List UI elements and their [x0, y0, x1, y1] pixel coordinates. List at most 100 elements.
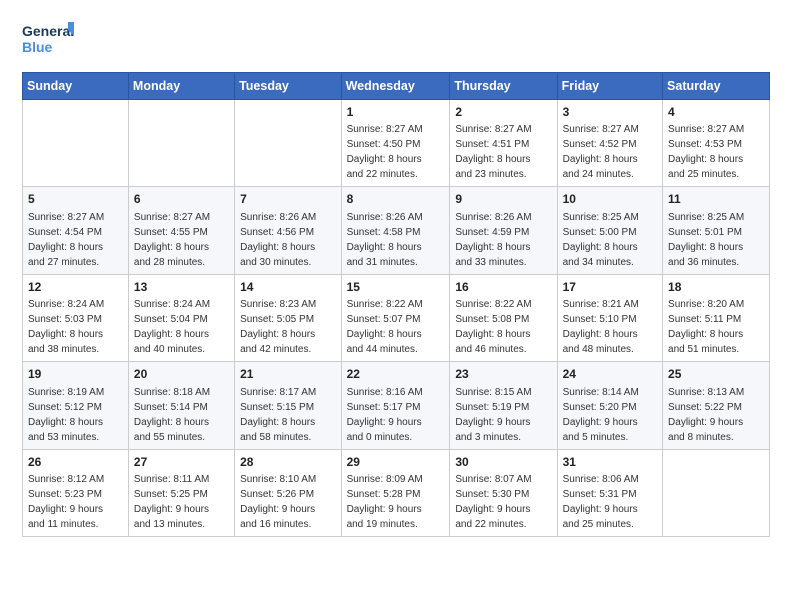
day-cell-21: 21 Sunrise: 8:17 AM Sunset: 5:15 PM Dayli…	[235, 362, 341, 449]
day-cell-6: 6Sunrise: 8:27 AM Sunset: 4:55 PM Daylig…	[128, 187, 234, 274]
day-info-21: Sunrise: 8:17 AM Sunset: 5:15 PM Dayligh…	[240, 385, 335, 445]
day-cell-2: 2Sunrise: 8:27 AM Sunset: 4:51 PM Daylig…	[450, 100, 557, 187]
empty-cell	[663, 449, 770, 536]
day-cell-15: 15Sunrise: 8:22 AM Sunset: 5:07 PM Dayli…	[341, 274, 450, 361]
day-number-13: 13	[134, 279, 229, 296]
day-number-5: 5	[28, 191, 123, 208]
day-number-16: 16	[455, 279, 551, 296]
day-cell-25: 25Sunrise: 8:13 AM Sunset: 5:22 PM Dayli…	[663, 362, 770, 449]
week-row-4: 19 Sunrise: 8:19 AM Sunset: 5:12 PM Dayli…	[23, 362, 770, 449]
day-cell-28: 28Sunrise: 8:10 AM Sunset: 5:26 PM Dayli…	[235, 449, 341, 536]
calendar-table: SundayMondayTuesdayWednesdayThursdayFrid…	[22, 72, 770, 537]
day-info-11: Sunrise: 8:25 AM Sunset: 5:01 PM Dayligh…	[668, 210, 764, 270]
day-info-14: Sunrise: 8:23 AM Sunset: 5:05 PM Dayligh…	[240, 297, 335, 357]
day-info-19: Sunrise: 8:19 AM Sunset: 5:12 PM Dayligh…	[28, 385, 123, 445]
day-number-6: 6	[134, 191, 229, 208]
day-number-14: 14	[240, 279, 335, 296]
day-number-2: 2	[455, 104, 551, 121]
day-number-18: 18	[668, 279, 764, 296]
day-number-3: 3	[563, 104, 657, 121]
day-number-9: 9	[455, 191, 551, 208]
day-cell-23: 23 Sunrise: 8:15 AM Sunset: 5:19 PM Dayli…	[450, 362, 557, 449]
weekday-header-wednesday: Wednesday	[341, 73, 450, 100]
day-number-11: 11	[668, 191, 764, 208]
logo-svg: General Blue	[22, 18, 74, 62]
day-cell-14: 14Sunrise: 8:23 AM Sunset: 5:05 PM Dayli…	[235, 274, 341, 361]
day-number-26: 26	[28, 454, 123, 471]
day-cell-9: 9Sunrise: 8:26 AM Sunset: 4:59 PM Daylig…	[450, 187, 557, 274]
weekday-header-tuesday: Tuesday	[235, 73, 341, 100]
day-info-30: Sunrise: 8:07 AM Sunset: 5:30 PM Dayligh…	[455, 472, 551, 532]
week-row-1: 1Sunrise: 8:27 AM Sunset: 4:50 PM Daylig…	[23, 100, 770, 187]
day-number-19: 19	[28, 366, 123, 383]
weekday-header-saturday: Saturday	[663, 73, 770, 100]
day-cell-31: 31Sunrise: 8:06 AM Sunset: 5:31 PM Dayli…	[557, 449, 662, 536]
day-number-15: 15	[347, 279, 445, 296]
weekday-header-friday: Friday	[557, 73, 662, 100]
day-cell-1: 1Sunrise: 8:27 AM Sunset: 4:50 PM Daylig…	[341, 100, 450, 187]
weekday-header-thursday: Thursday	[450, 73, 557, 100]
day-number-28: 28	[240, 454, 335, 471]
day-cell-13: 13Sunrise: 8:24 AM Sunset: 5:04 PM Dayli…	[128, 274, 234, 361]
day-cell-19: 19 Sunrise: 8:19 AM Sunset: 5:12 PM Dayli…	[23, 362, 129, 449]
header: General Blue	[22, 18, 770, 62]
day-cell-10: 10 Sunrise: 8:25 AM Sunset: 5:00 PM Dayli…	[557, 187, 662, 274]
day-cell-18: 18Sunrise: 8:20 AM Sunset: 5:11 PM Dayli…	[663, 274, 770, 361]
day-info-25: Sunrise: 8:13 AM Sunset: 5:22 PM Dayligh…	[668, 385, 764, 445]
day-cell-22: 22 Sunrise: 8:16 AM Sunset: 5:17 PM Dayli…	[341, 362, 450, 449]
day-info-15: Sunrise: 8:22 AM Sunset: 5:07 PM Dayligh…	[347, 297, 445, 357]
day-info-12: Sunrise: 8:24 AM Sunset: 5:03 PM Dayligh…	[28, 297, 123, 357]
weekday-header-monday: Monday	[128, 73, 234, 100]
logo: General Blue	[22, 18, 74, 62]
day-number-1: 1	[347, 104, 445, 121]
day-info-31: Sunrise: 8:06 AM Sunset: 5:31 PM Dayligh…	[563, 472, 657, 532]
day-info-3: Sunrise: 8:27 AM Sunset: 4:52 PM Dayligh…	[563, 122, 657, 182]
day-number-27: 27	[134, 454, 229, 471]
svg-text:Blue: Blue	[22, 39, 53, 55]
weekday-header-row: SundayMondayTuesdayWednesdayThursdayFrid…	[23, 73, 770, 100]
day-cell-11: 11 Sunrise: 8:25 AM Sunset: 5:01 PM Dayli…	[663, 187, 770, 274]
day-info-18: Sunrise: 8:20 AM Sunset: 5:11 PM Dayligh…	[668, 297, 764, 357]
day-info-8: Sunrise: 8:26 AM Sunset: 4:58 PM Dayligh…	[347, 210, 445, 270]
day-cell-12: 12Sunrise: 8:24 AM Sunset: 5:03 PM Dayli…	[23, 274, 129, 361]
day-number-22: 22	[347, 366, 445, 383]
week-row-3: 12Sunrise: 8:24 AM Sunset: 5:03 PM Dayli…	[23, 274, 770, 361]
empty-cell	[23, 100, 129, 187]
day-info-27: Sunrise: 8:11 AM Sunset: 5:25 PM Dayligh…	[134, 472, 229, 532]
day-info-4: Sunrise: 8:27 AM Sunset: 4:53 PM Dayligh…	[668, 122, 764, 182]
day-info-17: Sunrise: 8:21 AM Sunset: 5:10 PM Dayligh…	[563, 297, 657, 357]
empty-cell	[128, 100, 234, 187]
day-cell-7: 7Sunrise: 8:26 AM Sunset: 4:56 PM Daylig…	[235, 187, 341, 274]
day-number-21: 21	[240, 366, 335, 383]
day-info-1: Sunrise: 8:27 AM Sunset: 4:50 PM Dayligh…	[347, 122, 445, 182]
day-cell-29: 29Sunrise: 8:09 AM Sunset: 5:28 PM Dayli…	[341, 449, 450, 536]
day-info-7: Sunrise: 8:26 AM Sunset: 4:56 PM Dayligh…	[240, 210, 335, 270]
day-info-22: Sunrise: 8:16 AM Sunset: 5:17 PM Dayligh…	[347, 385, 445, 445]
day-info-10: Sunrise: 8:25 AM Sunset: 5:00 PM Dayligh…	[563, 210, 657, 270]
empty-cell	[235, 100, 341, 187]
day-number-31: 31	[563, 454, 657, 471]
week-row-5: 26Sunrise: 8:12 AM Sunset: 5:23 PM Dayli…	[23, 449, 770, 536]
day-cell-3: 3Sunrise: 8:27 AM Sunset: 4:52 PM Daylig…	[557, 100, 662, 187]
day-number-29: 29	[347, 454, 445, 471]
day-cell-17: 17Sunrise: 8:21 AM Sunset: 5:10 PM Dayli…	[557, 274, 662, 361]
day-info-13: Sunrise: 8:24 AM Sunset: 5:04 PM Dayligh…	[134, 297, 229, 357]
day-cell-4: 4Sunrise: 8:27 AM Sunset: 4:53 PM Daylig…	[663, 100, 770, 187]
week-row-2: 5 Sunrise: 8:27 AM Sunset: 4:54 PM Daylig…	[23, 187, 770, 274]
day-number-20: 20	[134, 366, 229, 383]
day-info-28: Sunrise: 8:10 AM Sunset: 5:26 PM Dayligh…	[240, 472, 335, 532]
day-number-8: 8	[347, 191, 445, 208]
page: General Blue SundayMondayTuesdayWednesda…	[0, 0, 792, 612]
day-number-23: 23	[455, 366, 551, 383]
day-number-10: 10	[563, 191, 657, 208]
day-info-23: Sunrise: 8:15 AM Sunset: 5:19 PM Dayligh…	[455, 385, 551, 445]
day-cell-27: 27Sunrise: 8:11 AM Sunset: 5:25 PM Dayli…	[128, 449, 234, 536]
day-info-16: Sunrise: 8:22 AM Sunset: 5:08 PM Dayligh…	[455, 297, 551, 357]
day-info-5: Sunrise: 8:27 AM Sunset: 4:54 PM Dayligh…	[28, 210, 123, 270]
day-cell-26: 26Sunrise: 8:12 AM Sunset: 5:23 PM Dayli…	[23, 449, 129, 536]
svg-text:General: General	[22, 23, 74, 39]
day-info-2: Sunrise: 8:27 AM Sunset: 4:51 PM Dayligh…	[455, 122, 551, 182]
day-cell-24: 24Sunrise: 8:14 AM Sunset: 5:20 PM Dayli…	[557, 362, 662, 449]
day-cell-30: 30Sunrise: 8:07 AM Sunset: 5:30 PM Dayli…	[450, 449, 557, 536]
day-info-29: Sunrise: 8:09 AM Sunset: 5:28 PM Dayligh…	[347, 472, 445, 532]
